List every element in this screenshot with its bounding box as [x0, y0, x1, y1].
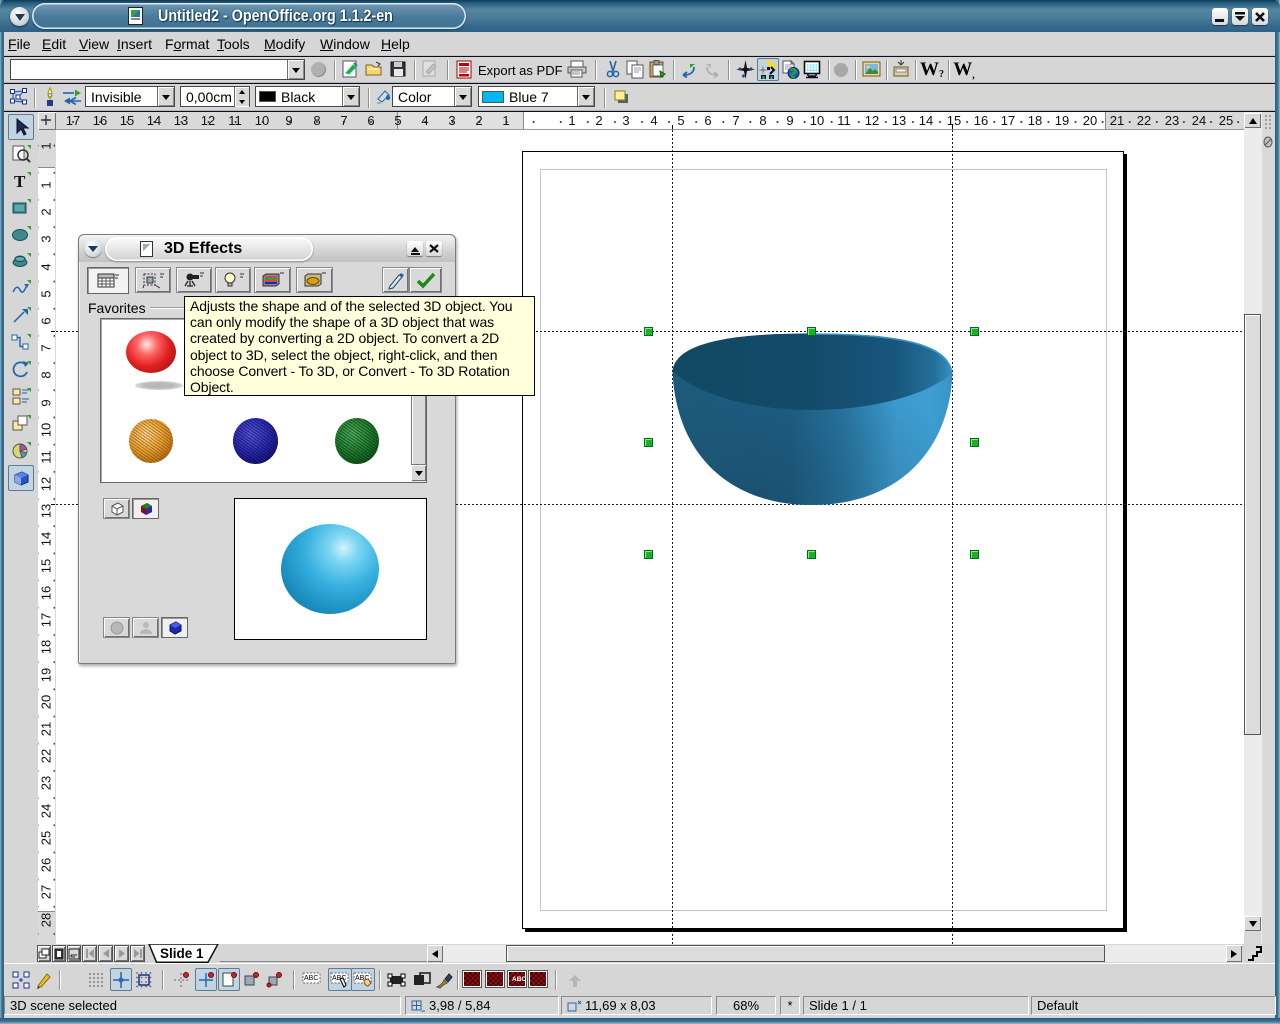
- svg-text:ABC: ABC: [304, 975, 318, 982]
- svg-text:T: T: [14, 172, 26, 191]
